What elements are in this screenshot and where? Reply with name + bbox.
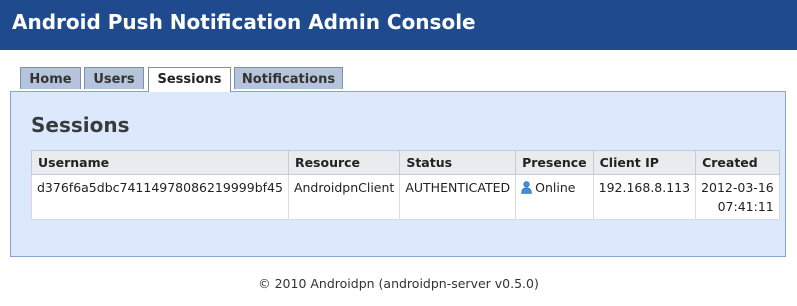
- cell-username: d376f6a5dbc74114978086219999bf45: [31, 174, 289, 220]
- footer-copyright: © 2010 Androidpn (androidpn-server v0.5.…: [258, 276, 539, 291]
- sessions-panel: Sessions Username Resource Status Presen…: [10, 91, 786, 257]
- cell-created: 2012-03-16 07:41:11: [695, 174, 780, 220]
- table-header-row: Username Resource Status Presence Client…: [31, 150, 780, 175]
- sessions-table: Username Resource Status Presence Client…: [31, 150, 780, 220]
- created-date: 2012-03-16: [701, 180, 774, 195]
- cell-client-ip: 192.168.8.113: [592, 174, 697, 220]
- page-title: Sessions: [31, 113, 130, 137]
- column-header-created: Created: [695, 150, 780, 175]
- tab-home[interactable]: Home: [20, 67, 81, 89]
- table-row: d376f6a5dbc74114978086219999bf45 Android…: [31, 174, 780, 220]
- app-title: Android Push Notification Admin Console: [12, 10, 476, 34]
- column-header-presence: Presence: [515, 150, 594, 175]
- column-header-username: Username: [31, 150, 289, 175]
- tab-users[interactable]: Users: [84, 67, 144, 89]
- cell-resource: AndroidpnClient: [287, 174, 401, 220]
- column-header-client-ip: Client IP: [592, 150, 697, 175]
- user-online-icon: [521, 180, 532, 199]
- created-time: 07:41:11: [717, 199, 774, 214]
- column-header-status: Status: [399, 150, 517, 175]
- presence-label: Online: [535, 180, 576, 195]
- column-header-resource: Resource: [287, 150, 401, 175]
- cell-presence: Online: [515, 174, 594, 220]
- cell-status: AUTHENTICATED: [399, 174, 517, 220]
- tab-users-label: Users: [93, 72, 135, 87]
- tab-sessions-label: Sessions: [157, 72, 222, 87]
- tab-sessions[interactable]: Sessions: [148, 67, 231, 92]
- tab-notifications[interactable]: Notifications: [234, 67, 343, 89]
- header-bar: Android Push Notification Admin Console: [0, 0, 797, 50]
- tab-notifications-label: Notifications: [241, 72, 336, 87]
- tab-home-label: Home: [29, 72, 72, 87]
